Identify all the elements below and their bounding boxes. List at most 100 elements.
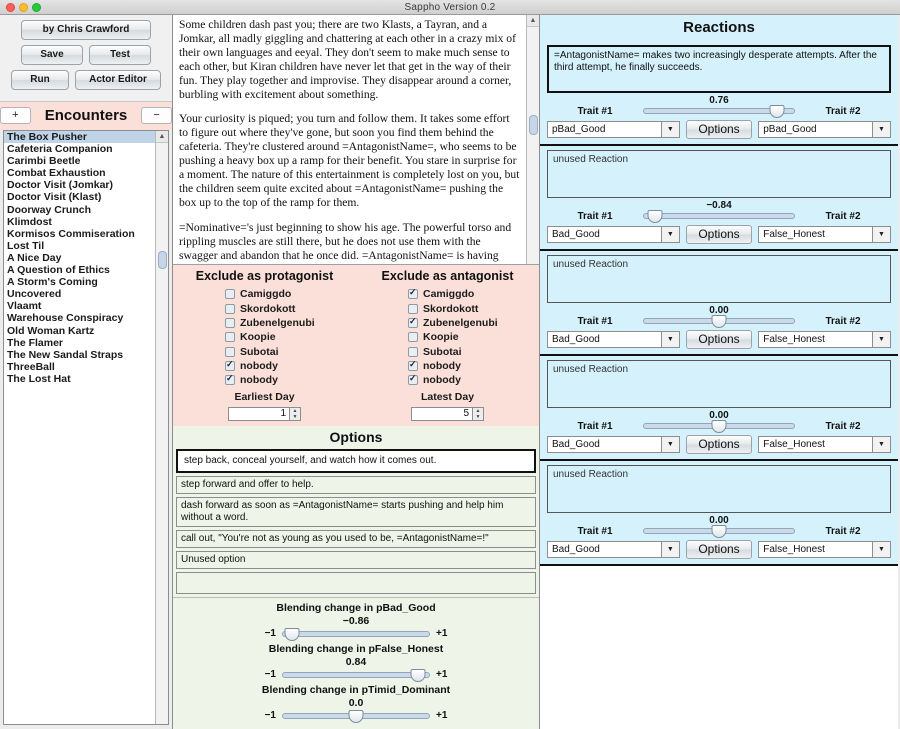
list-item[interactable]: A Question of Ethics (4, 264, 155, 276)
list-item[interactable]: Warehouse Conspiracy (4, 312, 155, 324)
list-item[interactable]: Uncovered (4, 288, 155, 300)
run-button[interactable]: Run (11, 70, 69, 90)
list-item[interactable]: Combat Exhaustion (4, 167, 155, 179)
list-item[interactable]: ThreeBall (4, 361, 155, 373)
slider-thumb[interactable] (711, 315, 727, 328)
reaction-slider[interactable] (643, 105, 795, 118)
slider-thumb[interactable] (647, 210, 663, 223)
checkbox-icon[interactable] (225, 289, 235, 300)
list-item[interactable]: Klimdost (4, 216, 155, 228)
checkbox-icon[interactable] (225, 359, 235, 372)
list-item[interactable]: Cafeteria Companion (4, 143, 155, 155)
actor-editor-button[interactable]: Actor Editor (75, 70, 161, 90)
checkbox-icon[interactable] (408, 287, 418, 300)
option-row[interactable]: Unused option (176, 550, 536, 569)
remove-encounter-button[interactable]: − (141, 107, 172, 124)
chevron-down-icon[interactable]: ▼ (872, 437, 891, 452)
trait1-select[interactable]: Bad_Good ▼ (547, 541, 680, 558)
chevron-down-icon[interactable]: ▼ (660, 122, 679, 137)
checkbox-icon[interactable] (408, 359, 418, 372)
exclude-antagonist-row[interactable]: Koopie (356, 330, 539, 344)
option-row[interactable]: step forward and offer to help. (176, 475, 536, 494)
scroll-up-icon[interactable]: ▲ (156, 131, 168, 143)
earliest-day-value[interactable]: 1 (228, 406, 290, 421)
exclude-protagonist-row[interactable]: Skordokott (173, 301, 356, 315)
exclude-antagonist-row[interactable]: nobody (356, 373, 539, 387)
exclude-antagonist-row[interactable]: Skordokott (356, 301, 539, 315)
trait2-select[interactable]: False_Honest ▼ (758, 331, 892, 348)
reaction-options-button[interactable]: Options (685, 540, 753, 559)
reaction-text[interactable]: unused Reaction (547, 465, 891, 513)
encounters-list[interactable]: The Box Pusher Cafeteria Companion Carimbi… (4, 131, 155, 724)
trait2-select[interactable]: False_Honest ▼ (758, 436, 892, 453)
reaction-slider[interactable] (643, 525, 795, 538)
trait2-select[interactable]: False_Honest ▼ (758, 541, 892, 558)
checkbox-icon[interactable] (408, 316, 418, 328)
reaction-text[interactable]: unused Reaction (547, 150, 891, 198)
option-row[interactable] (176, 571, 536, 594)
list-item[interactable]: The Lost Hat (4, 373, 155, 385)
list-item[interactable]: Doorway Crunch (4, 204, 155, 216)
blending-slider[interactable] (282, 709, 430, 723)
reaction-options-button[interactable]: Options (685, 120, 753, 139)
trait1-select[interactable]: pBad_Good ▼ (547, 121, 680, 138)
checkbox-icon[interactable] (225, 373, 235, 386)
chevron-down-icon[interactable]: ▼ (660, 542, 679, 557)
reaction-options-button[interactable]: Options (685, 435, 753, 454)
trait1-select[interactable]: Bad_Good ▼ (547, 226, 680, 243)
reaction-text[interactable]: unused Reaction (547, 360, 891, 408)
slider-thumb[interactable] (711, 525, 727, 538)
maximize-window-button[interactable] (32, 3, 41, 12)
slider-thumb[interactable] (410, 668, 426, 682)
reaction-options-button[interactable]: Options (685, 330, 753, 349)
scrollbar-thumb[interactable] (158, 251, 167, 269)
checkbox-icon[interactable] (225, 346, 235, 357)
list-item[interactable]: A Nice Day (4, 252, 155, 264)
list-item[interactable]: Lost Til (4, 240, 155, 252)
chevron-down-icon[interactable]: ▼ (872, 542, 891, 557)
exclude-antagonist-row[interactable]: Zubenelgenubi (356, 316, 539, 330)
chevron-down-icon[interactable]: ▼ (872, 332, 891, 347)
exclude-protagonist-row[interactable]: Camiggdo (173, 287, 356, 301)
slider-thumb[interactable] (348, 709, 364, 723)
chevron-down-icon[interactable]: ▼ (872, 122, 891, 137)
latest-day-value[interactable]: 5 (411, 406, 473, 421)
list-item[interactable]: Doctor Visit (Klast) (4, 191, 155, 203)
story-text[interactable]: Some children dash past you; there are t… (173, 15, 526, 264)
option-row[interactable]: step back, conceal yourself, and watch h… (176, 448, 536, 473)
chevron-down-icon[interactable]: ▼ (872, 227, 891, 242)
checkbox-icon[interactable] (225, 332, 235, 343)
save-button[interactable]: Save (21, 45, 83, 65)
reaction-text[interactable]: =AntagonistName= makes two increasingly … (547, 45, 891, 93)
list-item[interactable]: The Box Pusher (4, 131, 155, 144)
scrollbar-thumb[interactable] (529, 115, 538, 135)
slider-thumb[interactable] (769, 105, 785, 118)
scroll-up-icon[interactable]: ▲ (527, 15, 539, 27)
minimize-window-button[interactable] (19, 3, 28, 12)
list-item[interactable]: Kormisos Commiseration (4, 228, 155, 240)
exclude-antagonist-row[interactable]: Subotai (356, 345, 539, 359)
exclude-antagonist-row[interactable]: nobody (356, 359, 539, 373)
exclude-protagonist-row[interactable]: nobody (173, 373, 356, 387)
checkbox-icon[interactable] (225, 317, 235, 328)
chevron-down-icon[interactable]: ▼ (660, 437, 679, 452)
trait2-select[interactable]: pBad_Good ▼ (758, 121, 892, 138)
exclude-protagonist-row[interactable]: Subotai (173, 345, 356, 359)
exclude-protagonist-row[interactable]: nobody (173, 359, 356, 373)
option-row[interactable]: dash forward as soon as =AntagonistName=… (176, 496, 536, 527)
list-item[interactable]: Carimbi Beetle (4, 155, 155, 167)
reaction-slider[interactable] (643, 420, 795, 433)
story-scrollbar[interactable]: ▲ (526, 15, 539, 264)
reaction-slider[interactable] (643, 210, 795, 223)
blending-slider[interactable] (282, 668, 430, 682)
test-button[interactable]: Test (89, 45, 151, 65)
checkbox-icon[interactable] (408, 346, 418, 357)
encounters-scrollbar[interactable]: ▲ (155, 131, 168, 724)
reaction-text[interactable]: unused Reaction (547, 255, 891, 303)
latest-day-stepper[interactable]: 5 ▲ ▼ (411, 406, 484, 421)
reaction-options-button[interactable]: Options (685, 225, 753, 244)
trait2-select[interactable]: False_Honest ▼ (758, 226, 892, 243)
chevron-down-icon[interactable]: ▼ (660, 227, 679, 242)
close-window-button[interactable] (6, 3, 15, 12)
stepper-down-icon[interactable]: ▼ (473, 414, 483, 420)
